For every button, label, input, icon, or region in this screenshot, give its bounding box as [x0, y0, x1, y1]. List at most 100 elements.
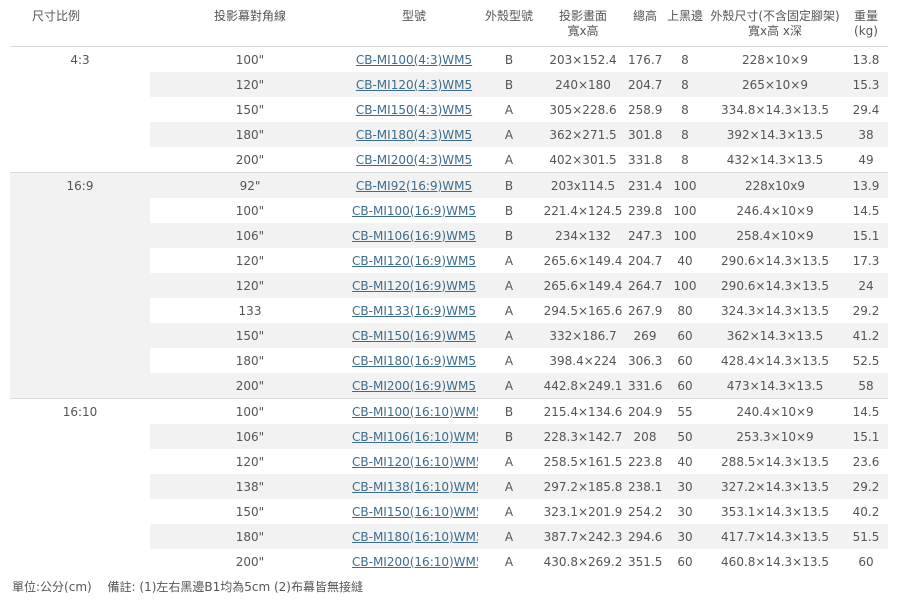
model-cell: CB-MI100(4:3)WM5: [350, 46, 478, 72]
screen-size-cell: 240×180: [540, 72, 626, 97]
screen-size-cell: 228.3×142.7: [540, 424, 626, 449]
dimensions-cell: 428.4×14.3×13.5: [706, 348, 844, 373]
total-height-cell: 301.8: [626, 122, 664, 147]
model-link[interactable]: CB-MI200(4:3)WM5: [356, 153, 472, 167]
housing-type-cell: A: [478, 298, 540, 323]
model-link[interactable]: CB-MI200(16:9)WM5: [352, 379, 476, 393]
screen-size-cell: 323.1×201.9: [540, 499, 626, 524]
model-link[interactable]: CB-MI133(16:9)WM5: [352, 304, 476, 318]
weight-cell: 15.3: [844, 72, 888, 97]
screen-size-cell: 332×186.7: [540, 323, 626, 348]
top-border-cell: 8: [664, 46, 706, 72]
ratio-cell: 4:3: [10, 46, 150, 173]
diagonal-cell: 100": [150, 398, 350, 424]
model-cell: CB-MI120(16:9)WM5: [350, 248, 478, 273]
top-border-cell: 100: [664, 273, 706, 298]
screen-size-cell: 305×228.6: [540, 97, 626, 122]
dimensions-cell: 258.4×10×9: [706, 223, 844, 248]
diagonal-cell: 200": [150, 147, 350, 173]
model-link[interactable]: CB-MI120(16:10)WM5: [352, 455, 478, 469]
model-cell: CB-MI200(16:10)WM5: [350, 549, 478, 574]
table-row: 16:9 92" CB-MI92(16:9)WM5 B 203x114.5 231.4 10…: [10, 172, 888, 399]
model-link[interactable]: CB-MI200(16:10)WM5: [352, 555, 478, 569]
model-link[interactable]: CB-MI150(4:3)WM5: [356, 103, 472, 117]
screen-size-cell: 430.8×269.2: [540, 549, 626, 574]
top-border-cell: 60: [664, 373, 706, 399]
weight-cell: 13.8: [844, 46, 888, 72]
housing-type-cell: A: [478, 122, 540, 147]
housing-type-cell: A: [478, 373, 540, 399]
housing-type-cell: B: [478, 72, 540, 97]
top-border-cell: 40: [664, 449, 706, 474]
diagonal-cell: 138": [150, 474, 350, 499]
weight-cell: 14.5: [844, 198, 888, 223]
diagonal-cell: 106": [150, 424, 350, 449]
weight-cell: 49: [844, 147, 888, 173]
weight-cell: 29.2: [844, 474, 888, 499]
table-body: 4:3 100" CB-MI100(4:3)WM5 B 203×152.4 176.7 8 2…: [10, 46, 888, 574]
diagonal-cell: 150": [150, 97, 350, 122]
model-link[interactable]: CB-MI120(16:9)WM5: [352, 254, 476, 268]
model-link[interactable]: CB-MI92(16:9)WM5: [356, 179, 472, 193]
dimensions-cell: 473×14.3×13.5: [706, 373, 844, 399]
dimensions-cell: 432×14.3×13.5: [706, 147, 844, 173]
model-cell: CB-MI133(16:9)WM5: [350, 298, 478, 323]
model-link[interactable]: CB-MI150(16:9)WM5: [352, 329, 476, 343]
dimensions-cell: 246.4×10×9: [706, 198, 844, 223]
housing-type-cell: A: [478, 549, 540, 574]
weight-cell: 52.5: [844, 348, 888, 373]
top-border-cell: 60: [664, 323, 706, 348]
total-height-cell: 247.3: [626, 223, 664, 248]
total-height-cell: 351.5: [626, 549, 664, 574]
model-link[interactable]: CB-MI100(4:3)WM5: [356, 53, 472, 67]
diagonal-cell: 150": [150, 323, 350, 348]
model-cell: CB-MI150(16:10)WM5: [350, 499, 478, 524]
table-row: 4:3 100" CB-MI100(4:3)WM5 B 203×152.4 176.7 8 2…: [10, 46, 888, 173]
diagonal-cell: 180": [150, 122, 350, 147]
model-link[interactable]: CB-MI120(16:9)WM5: [352, 279, 476, 293]
screen-size-cell: 297.2×185.8: [540, 474, 626, 499]
model-link[interactable]: CB-MI150(16:10)WM5: [352, 505, 478, 519]
dimensions-cell: 265×10×9: [706, 72, 844, 97]
screen-size-cell: 402×301.5: [540, 147, 626, 173]
dimensions-cell: 334.8×14.3×13.5: [706, 97, 844, 122]
housing-type-cell: B: [478, 398, 540, 424]
model-link[interactable]: CB-MI106(16:10)WM5: [352, 430, 478, 444]
total-height-cell: 204.7: [626, 248, 664, 273]
header-model: 型號: [401, 9, 426, 23]
top-border-cell: 60: [664, 348, 706, 373]
dimensions-cell: 324.3×14.3×13.5: [706, 298, 844, 323]
screen-size-cell: 203×152.4: [540, 46, 626, 72]
model-link[interactable]: CB-MI180(16:10)WM5: [352, 530, 478, 544]
screen-size-cell: 442.8×249.1: [540, 373, 626, 399]
model-link[interactable]: CB-MI100(16:9)WM5: [352, 204, 476, 218]
dimensions-cell: 290.6×14.3×13.5: [706, 248, 844, 273]
weight-cell: 41.2: [844, 323, 888, 348]
total-height-cell: 204.9: [626, 398, 664, 424]
model-link[interactable]: CB-MI180(4:3)WM5: [356, 128, 472, 142]
model-link[interactable]: CB-MI106(16:9)WM5: [352, 229, 476, 243]
top-border-cell: 100: [664, 172, 706, 198]
screen-size-cell: 258.5×161.5: [540, 449, 626, 474]
screen-size-cell: 203x114.5: [540, 172, 626, 198]
screen-size-cell: 294.5×165.6: [540, 298, 626, 323]
header-ratio: 尺寸比例: [32, 9, 81, 23]
diagonal-cell: 200": [150, 373, 350, 399]
dimensions-cell: 417.7×14.3×13.5: [706, 524, 844, 549]
header-dimensions: 外殼尺寸(不含固定腳架) 寬x高 x深: [710, 9, 840, 38]
dimensions-cell: 327.2×14.3×13.5: [706, 474, 844, 499]
model-link[interactable]: CB-MI180(16:9)WM5: [352, 354, 476, 368]
dimensions-cell: 288.5×14.3×13.5: [706, 449, 844, 474]
top-border-cell: 80: [664, 298, 706, 323]
model-link[interactable]: CB-MI100(16:10)WM5: [352, 405, 478, 419]
housing-type-cell: A: [478, 97, 540, 122]
remarks-note: 備註: (1)左右黑邊B1均為5cm (2)布幕皆無接縫: [107, 580, 363, 594]
model-link[interactable]: CB-MI138(16:10)WM5: [352, 480, 478, 494]
header-diagonal: 投影幕對角線: [213, 9, 286, 23]
screen-size-cell: 362×271.5: [540, 122, 626, 147]
housing-type-cell: A: [478, 348, 540, 373]
housing-type-cell: A: [478, 248, 540, 273]
model-link[interactable]: CB-MI120(4:3)WM5: [356, 78, 472, 92]
unit-note: 單位:公分(cm): [12, 580, 92, 594]
diagonal-cell: 100": [150, 46, 350, 72]
